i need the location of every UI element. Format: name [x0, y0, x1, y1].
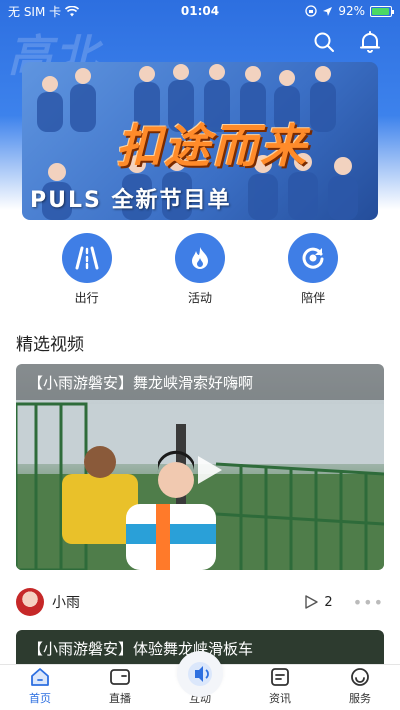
- promo-banner[interactable]: 扣途而来 PULS 全新节目单: [22, 62, 378, 220]
- orientation-lock-icon: [305, 5, 317, 17]
- flame-icon: [174, 233, 225, 283]
- news-icon: [271, 668, 289, 686]
- bottom-tab-bar: 首页 直播 互动 资讯 服务: [0, 651, 400, 710]
- battery-level: [372, 7, 389, 15]
- more-options-icon[interactable]: •••: [353, 593, 384, 612]
- notification-bell-icon[interactable]: [358, 30, 382, 54]
- tab-news[interactable]: 资讯: [240, 665, 320, 710]
- featured-videos-title: 精选视频: [16, 335, 84, 355]
- status-bar: 无 SIM 卡 01:04 92%: [0, 0, 400, 22]
- location-arrow-icon: [323, 6, 333, 16]
- road-icon: [61, 233, 112, 283]
- video-meta: 小雨 2 •••: [16, 588, 384, 616]
- tab-live[interactable]: 直播: [80, 665, 160, 710]
- quick-action-label: 陪伴: [301, 291, 326, 305]
- play-outline-icon: [305, 595, 319, 609]
- video-author[interactable]: 小雨: [52, 592, 304, 612]
- tab-label: 服务: [349, 692, 371, 705]
- tab-label: 资讯: [269, 692, 291, 705]
- banner-title-art: 扣途而来: [116, 119, 308, 173]
- tab-interact[interactable]: 互动: [160, 651, 240, 710]
- home-icon: [31, 668, 49, 686]
- broadcast-icon: [177, 651, 223, 697]
- play-count: 2: [304, 594, 333, 610]
- quick-actions: 出行 活动 陪伴: [0, 233, 400, 306]
- quick-action-events[interactable]: 活动: [160, 233, 240, 306]
- video-card[interactable]: 【小雨游磐安】舞龙峡滑索好嗨啊: [16, 364, 384, 570]
- play-count-value: 2: [324, 594, 333, 610]
- video-title: 【小雨游磐安】舞龙峡滑索好嗨啊: [16, 364, 384, 400]
- video-title: 【小雨游磐安】体验舞龙峡滑板车: [28, 640, 254, 658]
- quick-action-travel[interactable]: 出行: [47, 233, 127, 306]
- quick-action-label: 活动: [187, 291, 212, 305]
- refresh-ring-icon: [288, 233, 339, 283]
- banner-caption: PULS 全新节目单: [30, 188, 232, 213]
- tab-home[interactable]: 首页: [0, 665, 80, 710]
- tab-label: 首页: [29, 692, 51, 705]
- tab-service[interactable]: 服务: [320, 665, 400, 710]
- tab-label: 直播: [109, 692, 131, 705]
- avatar[interactable]: [16, 588, 44, 616]
- quick-action-companion[interactable]: 陪伴: [273, 233, 353, 306]
- play-icon[interactable]: [190, 452, 226, 488]
- quick-action-label: 出行: [74, 291, 99, 305]
- battery-icon: [370, 5, 394, 17]
- carrier-label: 无 SIM 卡: [8, 4, 62, 19]
- service-icon: [351, 668, 369, 686]
- search-icon[interactable]: [312, 30, 336, 54]
- status-time: 01:04: [180, 4, 220, 18]
- live-tv-icon: [110, 669, 130, 685]
- wifi-icon: [65, 5, 80, 16]
- battery-percent: 92%: [338, 4, 365, 18]
- header-actions: [312, 30, 382, 54]
